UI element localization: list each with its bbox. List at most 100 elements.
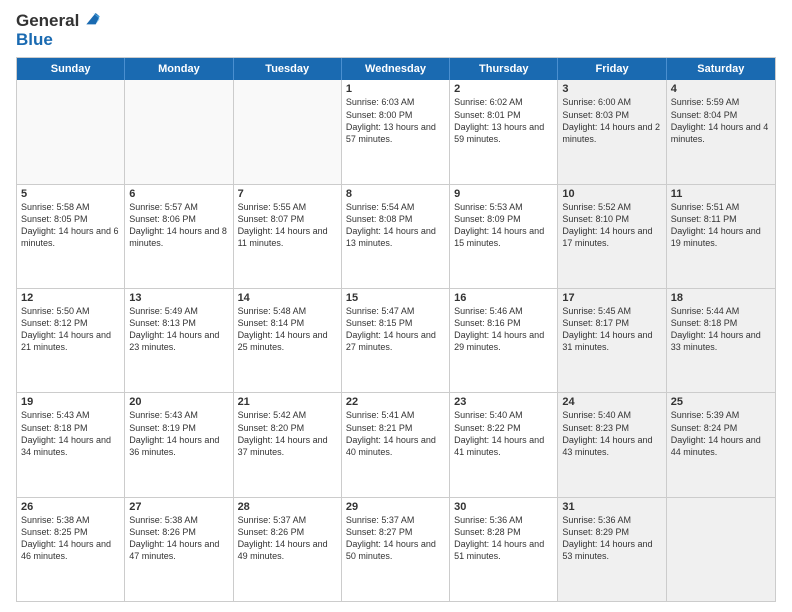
- calendar-week-row: 19Sunrise: 5:43 AMSunset: 8:18 PMDayligh…: [17, 393, 775, 497]
- calendar: SundayMondayTuesdayWednesdayThursdayFrid…: [16, 57, 776, 602]
- daylight-text: Daylight: 14 hours and 46 minutes.: [21, 538, 120, 562]
- daylight-text: Daylight: 14 hours and 27 minutes.: [346, 329, 445, 353]
- calendar-cell: 15Sunrise: 5:47 AMSunset: 8:15 PMDayligh…: [342, 289, 450, 392]
- daylight-text: Daylight: 14 hours and 41 minutes.: [454, 434, 553, 458]
- daylight-text: Daylight: 14 hours and 33 minutes.: [671, 329, 771, 353]
- day-number: 19: [21, 396, 120, 408]
- daylight-text: Daylight: 14 hours and 36 minutes.: [129, 434, 228, 458]
- calendar-cell: 8Sunrise: 5:54 AMSunset: 8:08 PMDaylight…: [342, 185, 450, 288]
- logo-blue: Blue: [16, 31, 101, 50]
- sunset-text: Sunset: 8:28 PM: [454, 526, 553, 538]
- calendar-cell: 21Sunrise: 5:42 AMSunset: 8:20 PMDayligh…: [234, 393, 342, 496]
- day-number: 9: [454, 188, 553, 200]
- daylight-text: Daylight: 14 hours and 34 minutes.: [21, 434, 120, 458]
- calendar-cell: 24Sunrise: 5:40 AMSunset: 8:23 PMDayligh…: [558, 393, 666, 496]
- sunset-text: Sunset: 8:24 PM: [671, 422, 771, 434]
- daylight-text: Daylight: 14 hours and 44 minutes.: [671, 434, 771, 458]
- sunset-text: Sunset: 8:26 PM: [129, 526, 228, 538]
- day-number: 21: [238, 396, 337, 408]
- sunrise-text: Sunrise: 5:53 AM: [454, 201, 553, 213]
- daylight-text: Daylight: 14 hours and 50 minutes.: [346, 538, 445, 562]
- calendar-cell: 9Sunrise: 5:53 AMSunset: 8:09 PMDaylight…: [450, 185, 558, 288]
- sunset-text: Sunset: 8:05 PM: [21, 213, 120, 225]
- sunrise-text: Sunrise: 6:00 AM: [562, 96, 661, 108]
- daylight-text: Daylight: 14 hours and 17 minutes.: [562, 225, 661, 249]
- day-number: 5: [21, 188, 120, 200]
- calendar-cell: 18Sunrise: 5:44 AMSunset: 8:18 PMDayligh…: [667, 289, 775, 392]
- daylight-text: Daylight: 14 hours and 40 minutes.: [346, 434, 445, 458]
- calendar-cell: 22Sunrise: 5:41 AMSunset: 8:21 PMDayligh…: [342, 393, 450, 496]
- day-number: 23: [454, 396, 553, 408]
- daylight-text: Daylight: 14 hours and 13 minutes.: [346, 225, 445, 249]
- calendar-cell: 1Sunrise: 6:03 AMSunset: 8:00 PMDaylight…: [342, 80, 450, 183]
- sunset-text: Sunset: 8:03 PM: [562, 109, 661, 121]
- sunrise-text: Sunrise: 5:54 AM: [346, 201, 445, 213]
- sunrise-text: Sunrise: 5:39 AM: [671, 409, 771, 421]
- calendar-cell: 25Sunrise: 5:39 AMSunset: 8:24 PMDayligh…: [667, 393, 775, 496]
- day-number: 26: [21, 501, 120, 513]
- day-number: 18: [671, 292, 771, 304]
- logo-icon: [81, 9, 101, 29]
- day-number: 11: [671, 188, 771, 200]
- sunset-text: Sunset: 8:21 PM: [346, 422, 445, 434]
- daylight-text: Daylight: 13 hours and 57 minutes.: [346, 121, 445, 145]
- day-number: 22: [346, 396, 445, 408]
- day-number: 31: [562, 501, 661, 513]
- calendar-week-row: 12Sunrise: 5:50 AMSunset: 8:12 PMDayligh…: [17, 289, 775, 393]
- day-number: 17: [562, 292, 661, 304]
- sunset-text: Sunset: 8:15 PM: [346, 317, 445, 329]
- calendar-cell: 10Sunrise: 5:52 AMSunset: 8:10 PMDayligh…: [558, 185, 666, 288]
- sunset-text: Sunset: 8:06 PM: [129, 213, 228, 225]
- calendar-header-day: Monday: [125, 58, 233, 80]
- calendar-cell: 28Sunrise: 5:37 AMSunset: 8:26 PMDayligh…: [234, 498, 342, 601]
- calendar-cell: 19Sunrise: 5:43 AMSunset: 8:18 PMDayligh…: [17, 393, 125, 496]
- calendar-cell: 3Sunrise: 6:00 AMSunset: 8:03 PMDaylight…: [558, 80, 666, 183]
- sunrise-text: Sunrise: 5:47 AM: [346, 305, 445, 317]
- daylight-text: Daylight: 14 hours and 6 minutes.: [21, 225, 120, 249]
- calendar-week-row: 5Sunrise: 5:58 AMSunset: 8:05 PMDaylight…: [17, 185, 775, 289]
- daylight-text: Daylight: 14 hours and 53 minutes.: [562, 538, 661, 562]
- sunrise-text: Sunrise: 5:37 AM: [346, 514, 445, 526]
- sunrise-text: Sunrise: 5:46 AM: [454, 305, 553, 317]
- day-number: 7: [238, 188, 337, 200]
- calendar-cell: 23Sunrise: 5:40 AMSunset: 8:22 PMDayligh…: [450, 393, 558, 496]
- sunset-text: Sunset: 8:10 PM: [562, 213, 661, 225]
- sunset-text: Sunset: 8:22 PM: [454, 422, 553, 434]
- calendar-cell: [234, 80, 342, 183]
- sunset-text: Sunset: 8:19 PM: [129, 422, 228, 434]
- sunset-text: Sunset: 8:25 PM: [21, 526, 120, 538]
- day-number: 20: [129, 396, 228, 408]
- calendar-cell: 12Sunrise: 5:50 AMSunset: 8:12 PMDayligh…: [17, 289, 125, 392]
- daylight-text: Daylight: 14 hours and 25 minutes.: [238, 329, 337, 353]
- calendar-cell: 4Sunrise: 5:59 AMSunset: 8:04 PMDaylight…: [667, 80, 775, 183]
- day-number: 28: [238, 501, 337, 513]
- calendar-cell: [17, 80, 125, 183]
- sunrise-text: Sunrise: 5:40 AM: [562, 409, 661, 421]
- sunrise-text: Sunrise: 5:36 AM: [562, 514, 661, 526]
- sunset-text: Sunset: 8:23 PM: [562, 422, 661, 434]
- sunset-text: Sunset: 8:08 PM: [346, 213, 445, 225]
- calendar-cell: 14Sunrise: 5:48 AMSunset: 8:14 PMDayligh…: [234, 289, 342, 392]
- sunrise-text: Sunrise: 5:48 AM: [238, 305, 337, 317]
- sunset-text: Sunset: 8:12 PM: [21, 317, 120, 329]
- calendar-cell: [125, 80, 233, 183]
- sunrise-text: Sunrise: 5:51 AM: [671, 201, 771, 213]
- sunrise-text: Sunrise: 5:41 AM: [346, 409, 445, 421]
- sunrise-text: Sunrise: 5:57 AM: [129, 201, 228, 213]
- day-number: 15: [346, 292, 445, 304]
- sunset-text: Sunset: 8:29 PM: [562, 526, 661, 538]
- daylight-text: Daylight: 14 hours and 47 minutes.: [129, 538, 228, 562]
- daylight-text: Daylight: 14 hours and 29 minutes.: [454, 329, 553, 353]
- day-number: 2: [454, 83, 553, 95]
- day-number: 14: [238, 292, 337, 304]
- sunset-text: Sunset: 8:11 PM: [671, 213, 771, 225]
- sunset-text: Sunset: 8:13 PM: [129, 317, 228, 329]
- sunrise-text: Sunrise: 5:36 AM: [454, 514, 553, 526]
- sunrise-text: Sunrise: 5:52 AM: [562, 201, 661, 213]
- calendar-cell: 17Sunrise: 5:45 AMSunset: 8:17 PMDayligh…: [558, 289, 666, 392]
- sunset-text: Sunset: 8:07 PM: [238, 213, 337, 225]
- sunrise-text: Sunrise: 5:59 AM: [671, 96, 771, 108]
- sunrise-text: Sunrise: 5:44 AM: [671, 305, 771, 317]
- daylight-text: Daylight: 14 hours and 49 minutes.: [238, 538, 337, 562]
- calendar-header: SundayMondayTuesdayWednesdayThursdayFrid…: [17, 58, 775, 80]
